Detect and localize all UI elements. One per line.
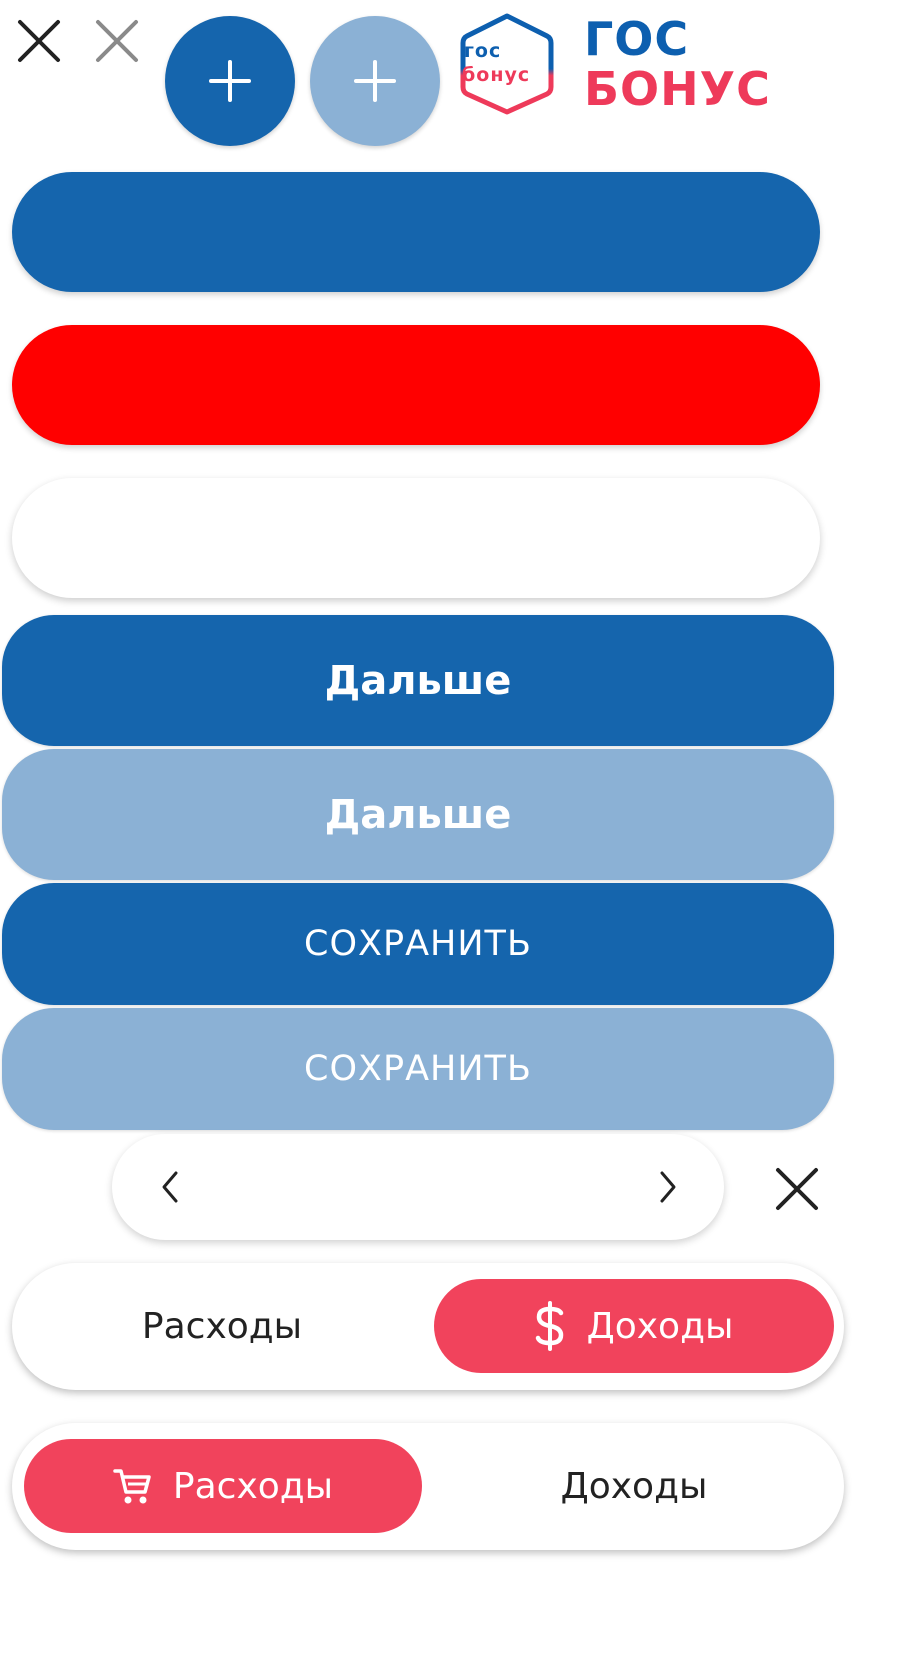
next-button-label: Дальше (324, 657, 512, 704)
period-navigator (112, 1134, 724, 1240)
logo-badge-line1: гос (464, 40, 502, 62)
logo-badge-line2: бонус (462, 64, 531, 86)
close-icon[interactable] (774, 1166, 820, 1212)
save-button-disabled[interactable]: СОХРАНИТЬ (2, 1008, 834, 1130)
type-toggle-income: Расходы Доходы (12, 1263, 844, 1390)
segment-income[interactable]: Доходы (434, 1439, 834, 1533)
segment-expenses-active[interactable]: Расходы (24, 1439, 422, 1533)
save-button[interactable]: СОХРАНИТЬ (2, 883, 834, 1005)
logo-word-line2: БОНУС (584, 62, 771, 116)
next-button-disabled[interactable]: Дальше (2, 749, 834, 880)
type-toggle-expenses: Расходы Доходы (12, 1423, 844, 1550)
danger-bar[interactable] (12, 325, 820, 445)
gosbonus-logo: гос бонус ГОС БОНУС (458, 12, 798, 116)
add-button[interactable] (165, 16, 295, 146)
white-bar[interactable] (12, 478, 820, 598)
close-icon-gray[interactable] (94, 18, 140, 64)
dollar-icon (535, 1301, 565, 1351)
chevron-right-icon[interactable] (646, 1167, 686, 1207)
chevron-left-icon[interactable] (152, 1167, 192, 1207)
segment-expenses[interactable]: Расходы (22, 1279, 422, 1373)
segment-expenses-label: Расходы (172, 1465, 334, 1507)
logo-word-line1: ГОС (584, 12, 690, 66)
add-button-disabled[interactable] (310, 16, 440, 146)
segment-income-active[interactable]: Доходы (434, 1279, 834, 1373)
segment-expenses-label: Расходы (141, 1305, 303, 1347)
save-button-label: СОХРАНИТЬ (304, 924, 532, 964)
next-button[interactable]: Дальше (2, 615, 834, 746)
segment-income-label: Доходы (586, 1305, 734, 1347)
save-button-disabled-label: СОХРАНИТЬ (304, 1049, 532, 1089)
plus-icon (354, 60, 396, 102)
cart-icon (113, 1466, 151, 1506)
plus-icon (209, 60, 251, 102)
segment-income-label: Доходы (560, 1465, 708, 1507)
primary-bar[interactable] (12, 172, 820, 292)
close-icon-dark[interactable] (16, 18, 62, 64)
next-button-disabled-label: Дальше (324, 791, 512, 838)
